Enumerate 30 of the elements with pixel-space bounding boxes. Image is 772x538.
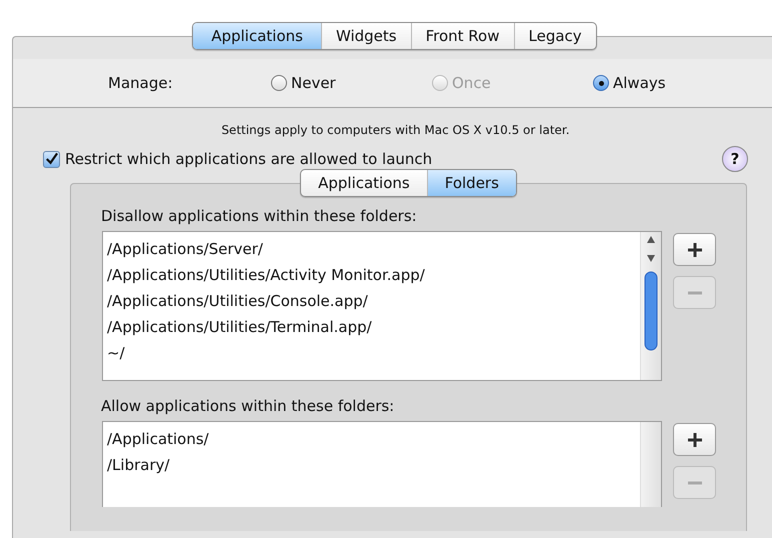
tab[interactable]: Folders <box>426 170 516 196</box>
tab[interactable]: Applications <box>301 170 427 196</box>
add-button[interactable] <box>673 423 716 456</box>
radio-option[interactable]: Always <box>593 74 754 92</box>
tab[interactable]: Legacy <box>514 23 596 49</box>
radio-option[interactable]: Never <box>271 74 432 92</box>
scrollbar[interactable] <box>640 422 661 507</box>
plus-icon <box>686 432 702 448</box>
scrollbar[interactable] <box>640 232 661 380</box>
minus-icon <box>686 480 702 484</box>
restrict-checkbox[interactable]: Restrict which applications are allowed to launch <box>43 150 432 168</box>
manage-label: Manage: <box>108 74 174 92</box>
list-title: Disallow applications within these folders: <box>101 207 418 227</box>
tab[interactable]: Widgets <box>320 23 411 49</box>
folder-item[interactable]: /Applications/Server/ <box>107 236 640 262</box>
settings-note: Settings apply to computers with Mac OS X v10.5 or later. <box>220 123 571 137</box>
folder-item[interactable]: ~/ <box>107 340 640 366</box>
list-title: Allow applications within these folders: <box>101 397 396 417</box>
add-button[interactable] <box>673 233 716 266</box>
folder-item[interactable]: /Applications/Utilities/Terminal.app/ <box>107 314 640 340</box>
tab[interactable]: Front Row <box>410 23 514 49</box>
plus-icon <box>686 242 702 258</box>
folder-item[interactable]: /Applications/Utilities/Console.app/ <box>107 288 640 314</box>
minus-icon <box>686 290 702 294</box>
help-button[interactable]: ? <box>722 146 748 172</box>
folder-item[interactable]: /Applications/ <box>107 426 640 452</box>
tab[interactable]: Applications <box>193 23 321 49</box>
folder-item[interactable]: /Applications/Utilities/Activity Monitor.app/ <box>107 262 640 288</box>
folder-item[interactable]: /Library/ <box>107 452 640 478</box>
checkmark-icon <box>44 151 59 167</box>
